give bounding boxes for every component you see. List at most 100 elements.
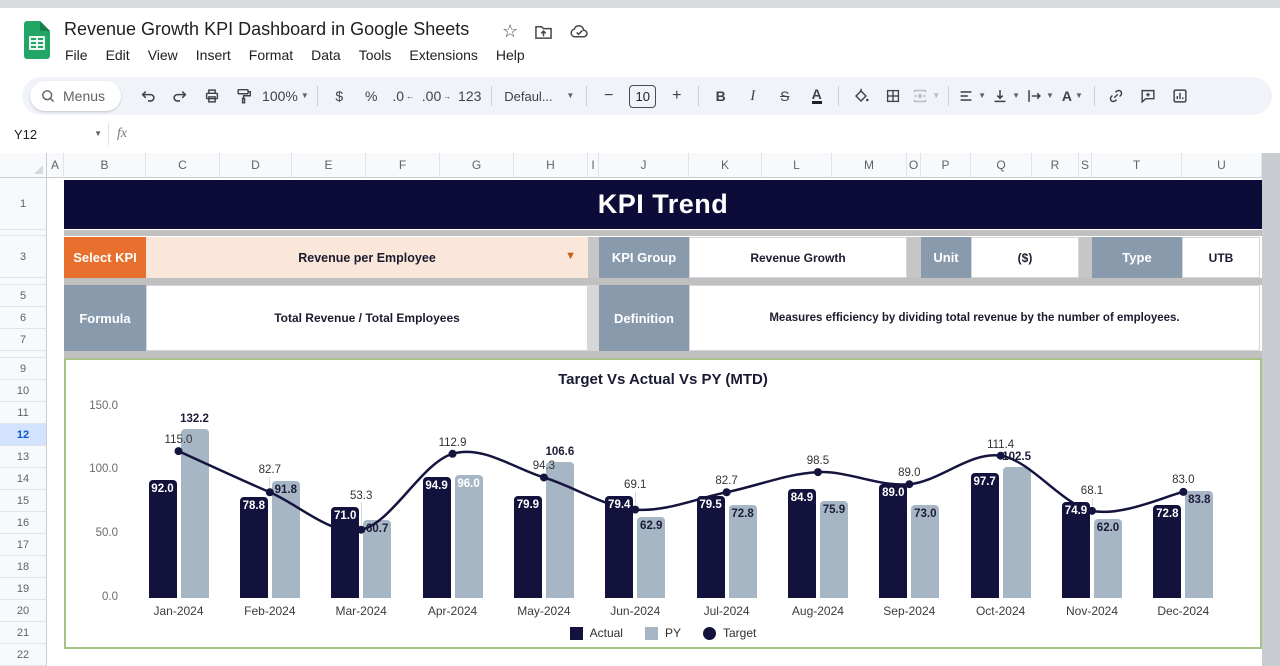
menu-data[interactable]: Data <box>302 44 350 66</box>
menu-tools[interactable]: Tools <box>350 44 401 66</box>
menu-file[interactable]: File <box>56 44 97 66</box>
font-size-input[interactable]: 10 <box>629 85 656 108</box>
row-header-21[interactable]: 21 <box>0 622 47 644</box>
font-family-select[interactable]: Defaul...▼ <box>498 82 580 110</box>
type-value: UTB <box>1182 237 1260 278</box>
row-header-18[interactable]: 18 <box>0 556 47 578</box>
zoom-value: 100% <box>262 88 298 104</box>
text-wrapping-button[interactable]: ▼ <box>1023 82 1056 110</box>
column-header-P[interactable]: P <box>921 153 971 178</box>
formula-input[interactable] <box>127 115 1280 153</box>
horizontal-align-button[interactable]: ▼ <box>955 82 988 110</box>
column-header-C[interactable]: C <box>146 153 220 178</box>
row-header-16[interactable]: 16 <box>0 512 47 534</box>
row-header-4[interactable] <box>0 278 47 285</box>
menus-search-button[interactable]: Menus <box>30 81 121 111</box>
row-header-6[interactable]: 6 <box>0 307 47 329</box>
column-header-M[interactable]: M <box>832 153 907 178</box>
row-header-5[interactable]: 5 <box>0 285 47 307</box>
undo-button[interactable] <box>132 82 163 110</box>
row-header-19[interactable]: 19 <box>0 578 47 600</box>
column-header-B[interactable]: B <box>64 153 146 178</box>
row-header-17[interactable]: 17 <box>0 534 47 556</box>
increase-font-size-button[interactable]: + <box>661 82 692 110</box>
menu-help[interactable]: Help <box>487 44 534 66</box>
menu-extensions[interactable]: Extensions <box>400 44 486 66</box>
menu-format[interactable]: Format <box>240 44 302 66</box>
row-header-8[interactable] <box>0 351 47 358</box>
kpi-group-value: Revenue Growth <box>689 237 907 278</box>
row-header-9[interactable]: 9 <box>0 358 47 380</box>
column-header-A[interactable]: A <box>47 153 64 178</box>
separator-row <box>64 278 1262 285</box>
paint-format-button[interactable] <box>228 82 259 110</box>
column-header-K[interactable]: K <box>689 153 762 178</box>
format-currency-button[interactable]: $ <box>324 82 355 110</box>
insert-comment-button[interactable] <box>1133 82 1164 110</box>
insert-link-button[interactable] <box>1101 82 1132 110</box>
chart-plot-area: 0.050.0100.0150.0Jan-2024Feb-2024Mar-202… <box>66 360 1260 647</box>
row-header-10[interactable]: 10 <box>0 380 47 402</box>
column-header-O[interactable]: O <box>907 153 921 178</box>
text-rotation-button[interactable]: A ▼ <box>1057 82 1088 110</box>
move-folder-icon[interactable] <box>534 23 553 40</box>
menu-insert[interactable]: Insert <box>187 44 240 66</box>
column-header-G[interactable]: G <box>440 153 514 178</box>
increase-decimal-button[interactable]: .00→ <box>420 82 453 110</box>
legend-item-py: PY <box>645 626 681 640</box>
column-header-H[interactable]: H <box>514 153 588 178</box>
bold-button[interactable]: B <box>705 82 736 110</box>
row-header-22[interactable]: 22 <box>0 644 47 666</box>
row-header-3[interactable]: 3 <box>0 236 47 278</box>
redo-button[interactable] <box>164 82 195 110</box>
merge-cells-button[interactable]: ▼ <box>909 82 942 110</box>
text-color-button[interactable]: A <box>801 82 832 110</box>
menu-edit[interactable]: Edit <box>97 44 139 66</box>
fill-color-button[interactable] <box>845 82 876 110</box>
cloud-saved-icon[interactable] <box>569 23 590 39</box>
row-header-20[interactable]: 20 <box>0 600 47 622</box>
kpi-trend-chart[interactable]: Target Vs Actual Vs PY (MTD) 0.050.0100.… <box>64 358 1262 649</box>
vertical-align-button[interactable]: ▼ <box>989 82 1022 110</box>
actual-value-label: 78.8 <box>224 500 284 513</box>
strikethrough-button[interactable]: S <box>769 82 800 110</box>
column-header-Q[interactable]: Q <box>971 153 1032 178</box>
zoom-select[interactable]: 100%▼ <box>260 82 311 110</box>
row-header-7[interactable]: 7 <box>0 329 47 351</box>
row-header-1[interactable]: 1 <box>0 178 47 230</box>
column-header-D[interactable]: D <box>220 153 292 178</box>
definition-label: Definition <box>599 285 689 351</box>
select-kpi-dropdown[interactable]: Revenue per Employee ▼ <box>146 237 588 278</box>
decrease-font-size-button[interactable]: − <box>593 82 624 110</box>
column-header-F[interactable]: F <box>366 153 440 178</box>
number-format-button[interactable]: 123 <box>454 82 485 110</box>
row-header-15[interactable]: 15 <box>0 490 47 512</box>
column-header-S[interactable]: S <box>1079 153 1092 178</box>
column-header-I[interactable]: I <box>588 153 599 178</box>
column-header-R[interactable]: R <box>1032 153 1079 178</box>
decrease-decimal-button[interactable]: .0← <box>388 82 419 110</box>
document-title[interactable]: Revenue Growth KPI Dashboard in Google S… <box>64 19 469 40</box>
target-value-label: 82.7 <box>697 475 757 488</box>
select-all-corner[interactable] <box>0 153 47 178</box>
row-header-11[interactable]: 11 <box>0 402 47 424</box>
print-button[interactable] <box>196 82 227 110</box>
star-icon[interactable]: ☆ <box>502 22 518 40</box>
format-percent-button[interactable]: % <box>356 82 387 110</box>
column-header-T[interactable]: T <box>1092 153 1182 178</box>
vertical-scrollbar[interactable] <box>1262 153 1280 666</box>
name-box[interactable]: Y12 ▼ <box>0 127 102 142</box>
row-header-14[interactable]: 14 <box>0 468 47 490</box>
toolbar-separator <box>698 86 699 106</box>
column-header-E[interactable]: E <box>292 153 366 178</box>
column-header-L[interactable]: L <box>762 153 832 178</box>
row-header-12[interactable]: 12 <box>0 424 47 446</box>
column-header-J[interactable]: J <box>599 153 689 178</box>
sheets-logo-icon[interactable] <box>22 20 52 60</box>
insert-chart-button[interactable] <box>1165 82 1196 110</box>
row-header-13[interactable]: 13 <box>0 446 47 468</box>
italic-button[interactable]: I <box>737 82 768 110</box>
borders-button[interactable] <box>877 82 908 110</box>
column-header-U[interactable]: U <box>1182 153 1262 178</box>
menu-view[interactable]: View <box>139 44 187 66</box>
